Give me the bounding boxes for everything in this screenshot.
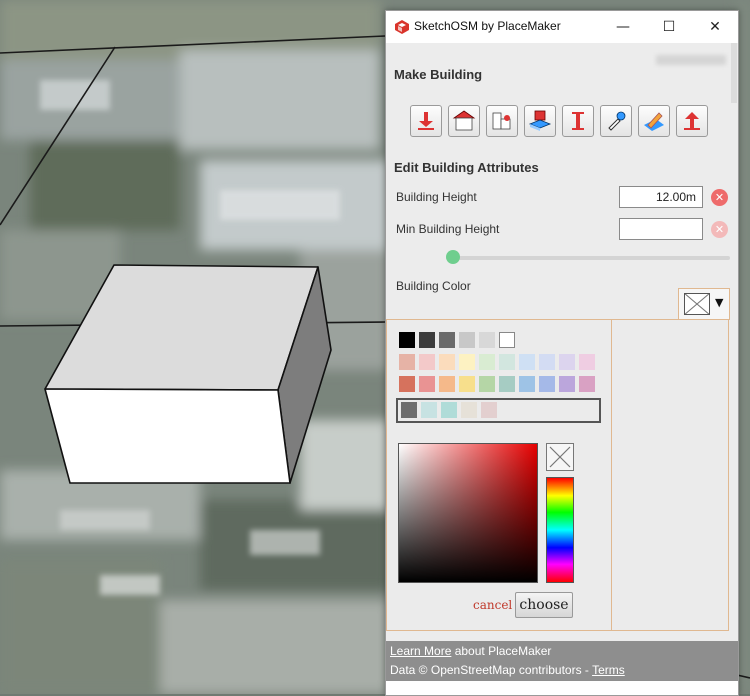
paint-pencil-icon [644,112,664,131]
clear-x-icon: ✕ [714,223,725,236]
color-picker-panel: cancel choose [386,319,729,631]
color-swatch[interactable] [539,354,555,370]
color-swatch[interactable] [459,376,475,392]
saturation-value-field[interactable] [398,443,538,583]
color-swatch[interactable] [399,332,415,348]
house-icon [452,110,476,131]
building-extrude-icon [528,110,552,131]
import-down-arrow-icon [418,112,434,130]
color-swatch[interactable] [539,376,555,392]
eyedropper-icon [608,111,626,131]
color-swatch[interactable] [419,376,435,392]
minimize-icon: — [616,19,630,35]
terms-link[interactable]: Terms [592,663,625,677]
color-swatch[interactable] [579,354,595,370]
color-swatch[interactable] [519,354,535,370]
close-icon: ✕ [709,19,721,35]
recent-color-swatch[interactable] [441,402,457,418]
color-swatch[interactable] [399,376,415,392]
color-swatch[interactable] [479,332,495,348]
recent-color-swatch[interactable] [461,402,477,418]
house-button[interactable] [448,105,480,137]
recent-swatches-row [396,398,601,423]
color-swatch[interactable] [519,376,535,392]
sketchup-logo-icon [395,20,409,34]
height-slider-track[interactable] [448,256,730,260]
color-swatch[interactable] [479,354,495,370]
data-credit-text: Data © OpenStreetMap contributors - [390,663,593,677]
min-height-clear-button[interactable]: ✕ [711,221,728,238]
window-title: SketchOSM by PlaceMaker [414,19,561,33]
upload-button[interactable] [676,105,708,137]
recent-color-swatch[interactable] [401,402,417,418]
color-swatch[interactable] [399,354,415,370]
edit-attributes-title: Edit Building Attributes [394,160,539,175]
color-swatch[interactable] [439,354,455,370]
sketchosm-window: SketchOSM by PlaceMaker — ☐ ✕ Make Build… [385,10,739,696]
footer-strip [386,681,738,695]
footer-credit-line: Data © OpenStreetMap contributors - Term… [390,663,625,677]
no-color-icon [684,293,710,315]
building-color-label: Building Color [396,279,471,293]
height-button[interactable] [562,105,594,137]
eyedropper-button[interactable] [600,105,632,137]
import-button[interactable] [410,105,442,137]
no-color-button[interactable] [546,443,574,471]
maximize-button[interactable]: ☐ [646,11,692,43]
building-parts-button[interactable] [486,105,518,137]
close-button[interactable]: ✕ [692,11,738,43]
footer-learn-more-line: Learn More about PlaceMaker [390,644,551,658]
color-swatch[interactable] [479,376,495,392]
min-building-height-label: Min Building Height [396,222,500,236]
recent-color-swatch[interactable] [421,402,437,418]
color-swatch[interactable] [579,376,595,392]
building-parts-icon [492,112,511,130]
plugin-content: Make Building Edit Building Attributes B… [386,43,738,695]
choose-button[interactable]: choose [515,592,573,618]
cancel-link[interactable]: cancel [473,598,512,612]
building-height-clear-button[interactable]: ✕ [711,189,728,206]
color-swatch[interactable] [439,376,455,392]
color-swatch[interactable] [419,332,435,348]
min-building-height-input[interactable] [619,218,703,240]
minimize-button[interactable]: — [600,11,646,43]
color-swatch[interactable] [419,354,435,370]
no-color-x-icon [549,446,571,468]
upload-up-arrow-icon [684,112,700,130]
color-swatch[interactable] [459,332,475,348]
building-extrude-button[interactable] [524,105,556,137]
color-swatch[interactable] [559,354,575,370]
dropdown-caret-icon: ▼ [715,296,724,309]
building-color-dropdown[interactable]: ▼ [678,288,730,320]
height-measure-icon [572,112,584,130]
picker-divider [611,320,612,630]
hue-slider[interactable] [546,477,574,583]
building-height-label: Building Height [396,190,477,204]
building-height-input[interactable] [619,186,703,208]
height-slider-handle[interactable] [446,250,460,264]
make-building-title: Make Building [394,67,483,82]
title-bar[interactable]: SketchOSM by PlaceMaker — ☐ ✕ [386,11,738,43]
recent-color-swatch[interactable] [481,402,497,418]
color-swatch[interactable] [499,354,515,370]
color-swatch[interactable] [559,376,575,392]
clear-x-icon: ✕ [714,191,725,204]
color-swatch[interactable] [499,332,515,348]
color-swatch[interactable] [439,332,455,348]
footer: Learn More about PlaceMaker Data © OpenS… [386,641,738,681]
about-text: about PlaceMaker [451,644,552,658]
color-swatch[interactable] [459,354,475,370]
learn-more-link[interactable]: Learn More [390,644,451,658]
paint-button[interactable] [638,105,670,137]
color-swatch[interactable] [499,376,515,392]
scrollbar[interactable] [731,43,737,103]
blurred-header-text [656,55,726,65]
maximize-icon: ☐ [662,19,676,35]
